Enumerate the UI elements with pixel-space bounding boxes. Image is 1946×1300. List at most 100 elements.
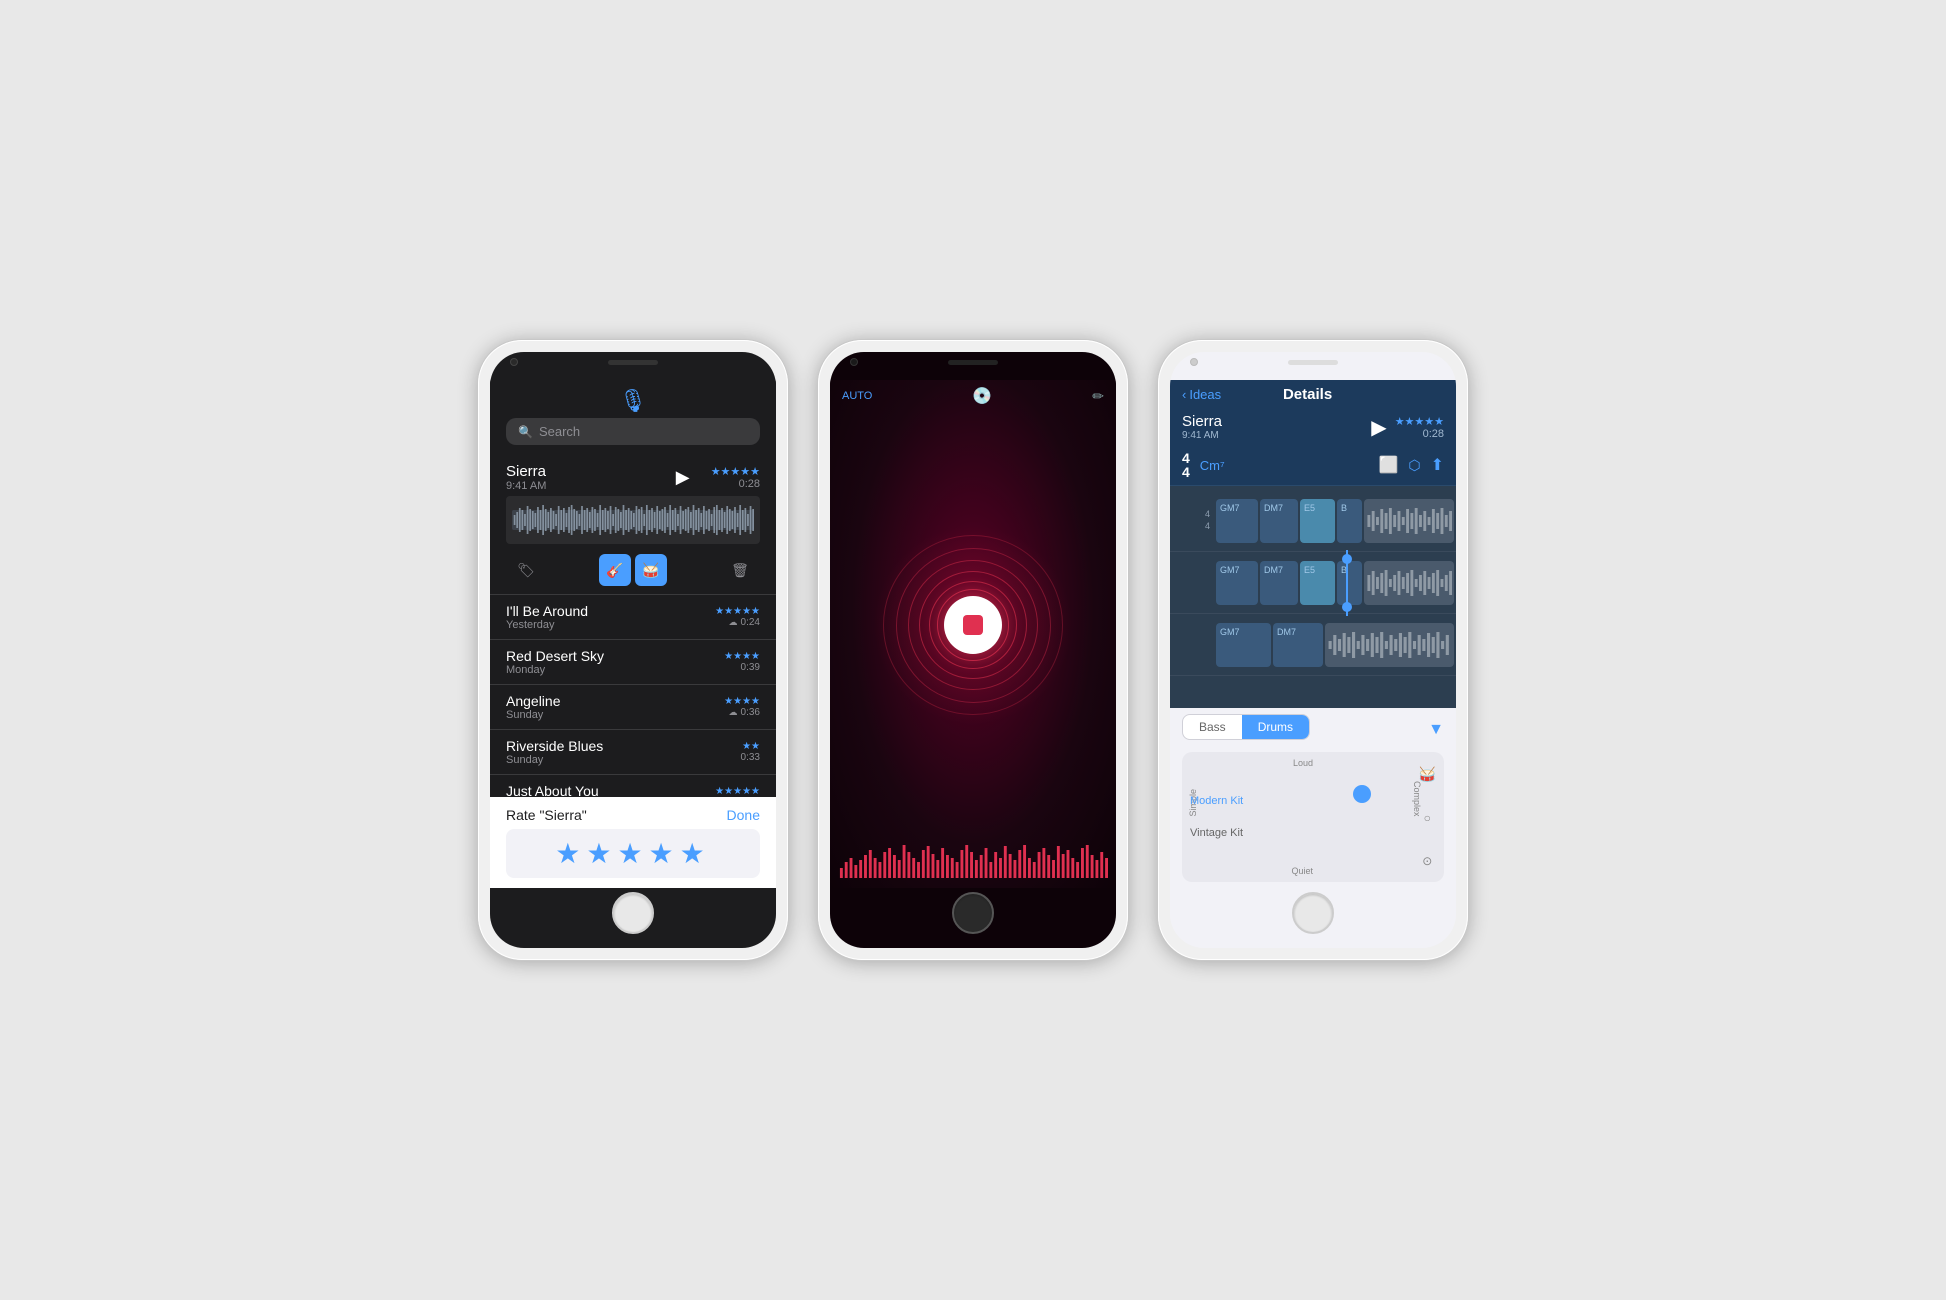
track-1: 44 GM7 DM7 E5 B bbox=[1170, 490, 1456, 552]
rating-stars[interactable]: ★★★★★ bbox=[506, 829, 760, 878]
cymbal-icon-3: ⊙ bbox=[1422, 854, 1432, 868]
export-icon[interactable]: ⬡ bbox=[1408, 457, 1420, 474]
guitar-button[interactable]: 🎸 bbox=[599, 554, 631, 586]
gb-song-title: Sierra bbox=[1182, 413, 1222, 430]
phone-home-1[interactable] bbox=[612, 892, 654, 934]
vm-list: I'll Be Around Yesterday ★★★★★ ☁ 0:24 bbox=[490, 595, 776, 797]
search-placeholder: Search bbox=[539, 424, 580, 439]
gb-bottom: Bass Drums ▼ Loud Quiet Simple Complex bbox=[1170, 708, 1456, 888]
gb-duration: 0:28 bbox=[1395, 428, 1444, 440]
item-stars: ★★★★★ bbox=[715, 606, 760, 617]
tag-button[interactable]: 🏷 bbox=[510, 554, 542, 586]
drums-segment-button[interactable]: Drums bbox=[1242, 715, 1309, 739]
vm-rating-panel: Rate "Sierra" Done ★★★★★ bbox=[490, 797, 776, 888]
rec-rings bbox=[873, 525, 1073, 725]
chord-b-1: B bbox=[1337, 499, 1362, 543]
item-info: 0:39 bbox=[724, 662, 760, 673]
item-duration: 0:39 bbox=[741, 662, 760, 673]
item-date: Sunday bbox=[506, 754, 603, 766]
edit-icon[interactable]: ✏ bbox=[1092, 388, 1104, 405]
vintage-kit-label[interactable]: Vintage Kit bbox=[1190, 827, 1243, 839]
waveform-1 bbox=[1364, 499, 1454, 543]
featured-stars: ★★★★★ bbox=[711, 465, 760, 478]
chord-dm7-2: DM7 bbox=[1260, 561, 1298, 605]
item-info: 0:33 bbox=[741, 752, 760, 763]
gb-controls-bar: 44 Cm⁷ ⬜ ⬡ ⬆ bbox=[1170, 447, 1456, 486]
featured-waveform: // Will generate waveform bars inline bbox=[506, 496, 760, 544]
item-stars: ★★★★★ bbox=[715, 786, 760, 797]
item-stars: ★★ bbox=[741, 741, 760, 752]
waveform-3 bbox=[1325, 623, 1454, 667]
drum-position-dot[interactable] bbox=[1353, 785, 1371, 803]
mic-icon[interactable]: 🎙 bbox=[506, 388, 760, 414]
bass-segment-button[interactable]: Bass bbox=[1183, 715, 1242, 739]
phone-1-screen: 🎙 🔍 Search Sierra 9:41 AM bbox=[490, 380, 776, 888]
list-item[interactable]: I'll Be Around Yesterday ★★★★★ ☁ 0:24 bbox=[490, 595, 776, 640]
featured-time: 9:41 AM bbox=[506, 480, 546, 492]
track-3: GM7 DM7 bbox=[1170, 614, 1456, 676]
share-icon[interactable]: ⬆ bbox=[1431, 455, 1444, 475]
phone-speaker-1 bbox=[608, 360, 658, 365]
chord-gm7-1: GM7 bbox=[1216, 499, 1258, 543]
phone-speaker-3 bbox=[1288, 360, 1338, 365]
delete-button[interactable]: 🗑 bbox=[724, 554, 756, 586]
time-signature: 44 bbox=[1182, 451, 1190, 479]
phone-2-screen: AUTO 💿 ✏ bbox=[830, 380, 1116, 888]
back-label: Ideas bbox=[1189, 387, 1221, 402]
track-1-content[interactable]: GM7 DM7 E5 B bbox=[1214, 496, 1456, 546]
phone-camera-2 bbox=[850, 358, 858, 366]
gb-play-button[interactable]: ▶ bbox=[1371, 415, 1386, 440]
modern-kit-label[interactable]: Modern Kit bbox=[1190, 795, 1243, 807]
gb-nav: ‹ Ideas Details bbox=[1170, 380, 1456, 409]
phone-home-3[interactable] bbox=[1292, 892, 1334, 934]
item-duration: 0:24 bbox=[741, 617, 760, 628]
drum-icons: 🥁 ○ ⊙ bbox=[1419, 752, 1436, 882]
phone-1: 🎙 🔍 Search Sierra 9:41 AM bbox=[478, 340, 788, 960]
rec-circle-area bbox=[830, 412, 1116, 838]
gb-nav-title: Details bbox=[1283, 386, 1332, 403]
gb-back-button[interactable]: ‹ Ideas bbox=[1182, 387, 1221, 402]
vm-featured-item[interactable]: Sierra 9:41 AM ▶ ★★★★★ 0:28 bbox=[490, 455, 776, 595]
item-duration: 0:33 bbox=[741, 752, 760, 763]
done-button[interactable]: Done bbox=[727, 807, 760, 823]
phone-camera-1 bbox=[510, 358, 518, 366]
rating-label: Rate "Sierra" bbox=[506, 807, 587, 823]
track-3-content[interactable]: GM7 DM7 bbox=[1214, 620, 1456, 670]
list-item[interactable]: Riverside Blues Sunday ★★ 0:33 bbox=[490, 730, 776, 775]
chord-e5-1: E5 bbox=[1300, 499, 1335, 543]
item-date: Sunday bbox=[506, 709, 561, 721]
gb-drum-area: Loud Quiet Simple Complex Modern Kit Vin… bbox=[1182, 752, 1444, 882]
chord-dm7-1: DM7 bbox=[1260, 499, 1298, 543]
phone-home-2[interactable] bbox=[952, 892, 994, 934]
featured-play-button[interactable]: ▶ bbox=[669, 463, 697, 491]
phones-container: 🎙 🔍 Search Sierra 9:41 AM bbox=[478, 340, 1468, 960]
phone-2: AUTO 💿 ✏ bbox=[818, 340, 1128, 960]
quiet-label: Quiet bbox=[1291, 866, 1313, 876]
item-duration: 0:36 bbox=[741, 707, 760, 718]
list-item[interactable]: Angeline Sunday ★★★★ ☁ 0:36 bbox=[490, 685, 776, 730]
chord-display[interactable]: Cm⁷ bbox=[1200, 458, 1225, 473]
chord-gm7-3: GM7 bbox=[1216, 623, 1271, 667]
list-item[interactable]: Just About You Saturday ★★★★★ ☁ 0:29 bbox=[490, 775, 776, 797]
vm-search-bar[interactable]: 🔍 Search bbox=[506, 418, 760, 445]
featured-title: Sierra bbox=[506, 463, 546, 480]
item-title: I'll Be Around bbox=[506, 603, 588, 619]
track-2-content[interactable]: GM7 DM7 E5 B bbox=[1214, 558, 1456, 608]
loud-label: Loud bbox=[1293, 758, 1313, 768]
cloud-icon: ☁ bbox=[729, 707, 738, 718]
list-item[interactable]: Red Desert Sky Monday ★★★★ 0:39 bbox=[490, 640, 776, 685]
vm-header: 🎙 🔍 Search bbox=[490, 380, 776, 455]
rec-center-button[interactable] bbox=[944, 596, 1002, 654]
drum-button[interactable]: 🥁 bbox=[635, 554, 667, 586]
chevron-down-icon[interactable]: ▼ bbox=[1428, 721, 1444, 739]
phone-camera-3 bbox=[1190, 358, 1198, 366]
rec-waveform bbox=[830, 838, 1116, 888]
item-date: Yesterday bbox=[506, 619, 588, 631]
gb-segment-control[interactable]: Bass Drums bbox=[1182, 714, 1310, 740]
copy-icon[interactable]: ⬜ bbox=[1378, 455, 1398, 475]
chord-b-2: B bbox=[1337, 561, 1362, 605]
track-2: GM7 DM7 E5 B bbox=[1170, 552, 1456, 614]
auto-label: AUTO bbox=[842, 390, 872, 402]
item-stars: ★★★★ bbox=[724, 696, 760, 707]
kit-labels: Modern Kit Vintage Kit bbox=[1190, 752, 1243, 882]
